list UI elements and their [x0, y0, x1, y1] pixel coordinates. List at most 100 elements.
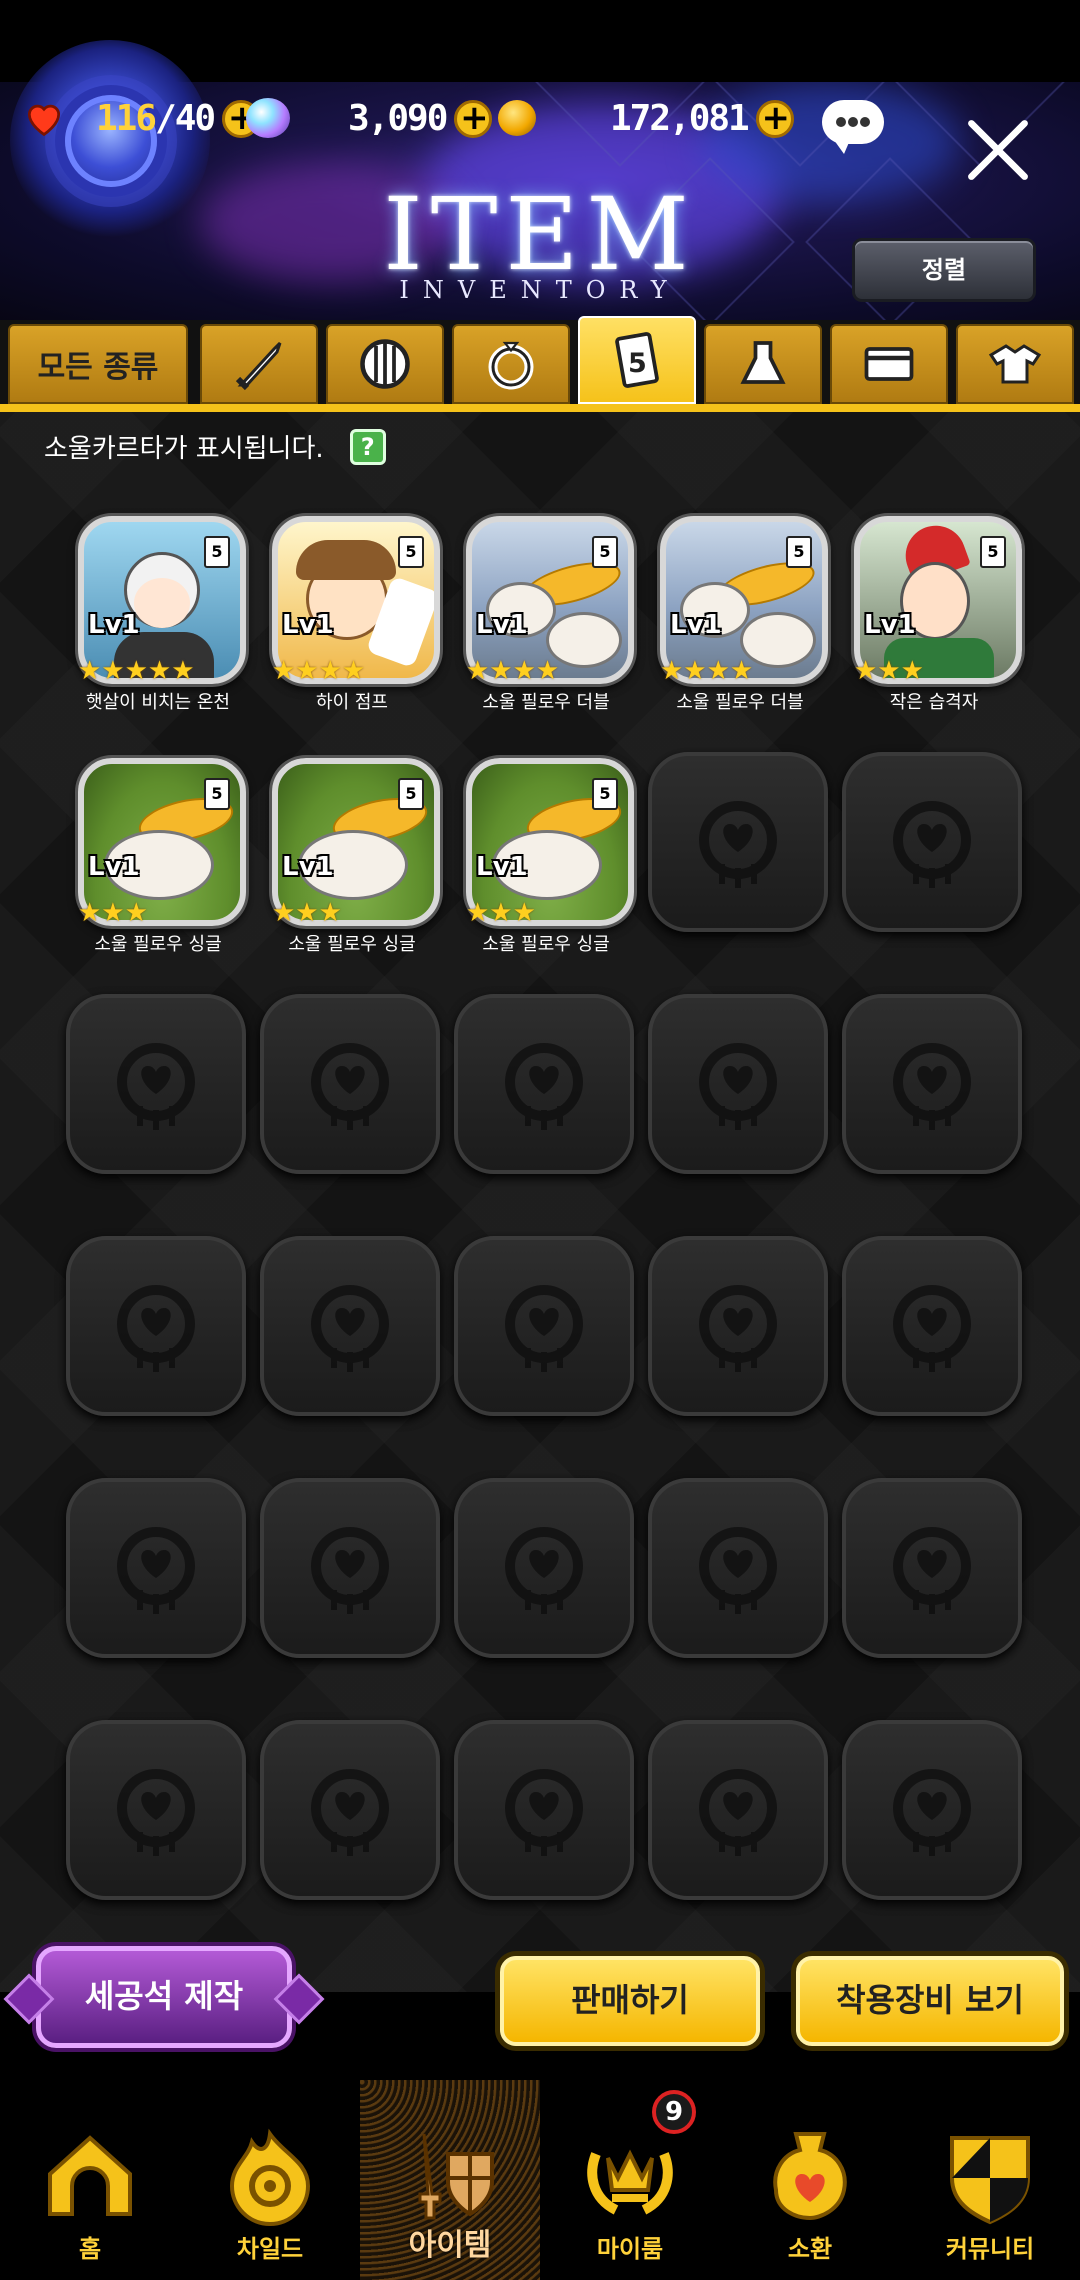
close-icon[interactable] [960, 112, 1036, 188]
gem-icon [246, 98, 290, 138]
empty-item-slot [260, 1478, 440, 1658]
empty-item-slot [842, 752, 1022, 932]
empty-item-slot [842, 1478, 1022, 1658]
heart-icon [27, 104, 61, 137]
tab-soul-card[interactable]: 5 [578, 316, 696, 404]
item-level: Lv1 [282, 852, 334, 882]
item-name: 하이 점프 [316, 692, 388, 713]
empty-item-slot [842, 994, 1022, 1174]
item-name: 소울 필로우 더블 [482, 692, 610, 713]
empty-slot-emblem-icon [117, 1769, 195, 1856]
tab-consumable[interactable] [704, 324, 822, 404]
nav-item[interactable]: 아이템 [360, 2080, 540, 2280]
tab-card[interactable] [830, 324, 948, 404]
sort-button[interactable]: 정렬 [852, 238, 1036, 302]
empty-item-slot [454, 1720, 634, 1900]
empty-item-slot [648, 994, 828, 1174]
hearts-counter: 116 /40 + [96, 98, 261, 139]
tab-accessory[interactable] [452, 324, 570, 404]
item-name: 작은 습격자 [889, 692, 979, 713]
nav-home[interactable]: 홈 [0, 2080, 180, 2280]
soul-card-icon: 5 [615, 332, 659, 388]
gems-value: 3,090 [348, 98, 448, 139]
item-name: 소울 필로우 더블 [676, 692, 804, 713]
empty-item-slot [454, 1236, 634, 1416]
hearts-max: /40 [155, 98, 216, 139]
add-gold-button[interactable]: + [755, 99, 794, 138]
ring-icon [488, 341, 534, 390]
chat-icon[interactable] [822, 100, 884, 154]
tab-all[interactable]: 모든 종류 [8, 324, 188, 404]
empty-slot-emblem-icon [505, 1043, 583, 1130]
item-name: 소울 필로우 싱글 [482, 934, 610, 955]
empty-slot-emblem-icon [893, 1527, 971, 1614]
item-stars: ★★★★★ [78, 656, 195, 686]
soul-card-tab-number: 5 [628, 348, 647, 379]
craft-gem-button[interactable]: 세공석 제작 [36, 1946, 292, 2048]
empty-slot-emblem-icon [311, 1769, 389, 1856]
nav-home-label: 홈 [78, 2235, 102, 2263]
item-level: Lv1 [476, 610, 528, 640]
empty-slot-emblem-icon [699, 1285, 777, 1372]
item-stars: ★★★ [466, 898, 536, 928]
page-subtitle: INVENTORY [399, 276, 681, 304]
soul-card-badge: 5 [398, 536, 424, 568]
item-stars: ★★★★ [272, 656, 366, 686]
card-icon [864, 347, 914, 381]
item-icon [418, 2133, 494, 2220]
child-icon [229, 2128, 311, 2226]
empty-item-slot [454, 994, 634, 1174]
nav-summon[interactable]: 소환 [720, 2080, 900, 2280]
bottom-nav: 홈 차일드 아이템 마이룸 소환 커뮤니티 [0, 2080, 1080, 2280]
view-equipped-button[interactable]: 착용장비 보기 [796, 1956, 1064, 2046]
item-level: Lv1 [88, 852, 140, 882]
tab-costume[interactable] [956, 324, 1074, 404]
empty-item-slot [260, 1720, 440, 1900]
soul-card-badge: 5 [592, 778, 618, 810]
nav-child[interactable]: 차일드 [180, 2080, 360, 2280]
help-button[interactable]: ? [349, 428, 386, 465]
item-stars: ★★★ [854, 656, 924, 686]
empty-item-slot [454, 1478, 634, 1658]
empty-slot-emblem-icon [893, 1043, 971, 1130]
empty-slot-emblem-icon [505, 1285, 583, 1372]
gold-counter: 172,081 + [610, 98, 794, 139]
empty-item-slot [260, 1236, 440, 1416]
home-icon [48, 2135, 132, 2216]
hearts-value: 116 [96, 98, 157, 139]
soul-card-badge: 5 [786, 536, 812, 568]
notification-badge: 9 [652, 2090, 696, 2134]
sell-button[interactable]: 판매하기 [500, 1956, 760, 2046]
item-stars: ★★★★ [660, 656, 754, 686]
item-level: Lv1 [670, 610, 722, 640]
notice-text: 소울카르타가 표시됩니다. [44, 434, 324, 464]
sword-icon [235, 341, 282, 391]
item-name: 소울 필로우 싱글 [288, 934, 416, 955]
gems-counter: 3,090 + [348, 98, 493, 139]
soul-card-badge: 5 [204, 536, 230, 568]
tab-armor[interactable] [326, 324, 444, 404]
myroom-icon [587, 2149, 673, 2215]
empty-slot-emblem-icon [311, 1043, 389, 1130]
empty-slot-emblem-icon [311, 1285, 389, 1372]
empty-slot-emblem-icon [311, 1527, 389, 1614]
blue-rose-decoration [10, 40, 210, 240]
nav-item-label: 아이템 [408, 2228, 492, 2263]
flask-icon [740, 341, 786, 384]
empty-item-slot [66, 994, 246, 1174]
tab-weapon[interactable] [200, 324, 318, 404]
empty-slot-emblem-icon [117, 1043, 195, 1130]
empty-slot-emblem-icon [117, 1527, 195, 1614]
category-tabs: 모든 종류 5 [0, 316, 1080, 412]
empty-slot-emblem-icon [893, 801, 971, 888]
item-stars: ★★★ [78, 898, 148, 928]
item-level: Lv1 [476, 852, 528, 882]
empty-slot-emblem-icon [699, 1769, 777, 1856]
nav-community[interactable]: 커뮤니티 [900, 2080, 1080, 2280]
nav-myroom-label: 마이룸 [596, 2235, 664, 2263]
soul-card-badge: 5 [204, 778, 230, 810]
add-gems-button[interactable]: + [454, 99, 493, 138]
empty-item-slot [648, 1236, 828, 1416]
empty-slot-emblem-icon [893, 1769, 971, 1856]
empty-item-slot [648, 752, 828, 932]
